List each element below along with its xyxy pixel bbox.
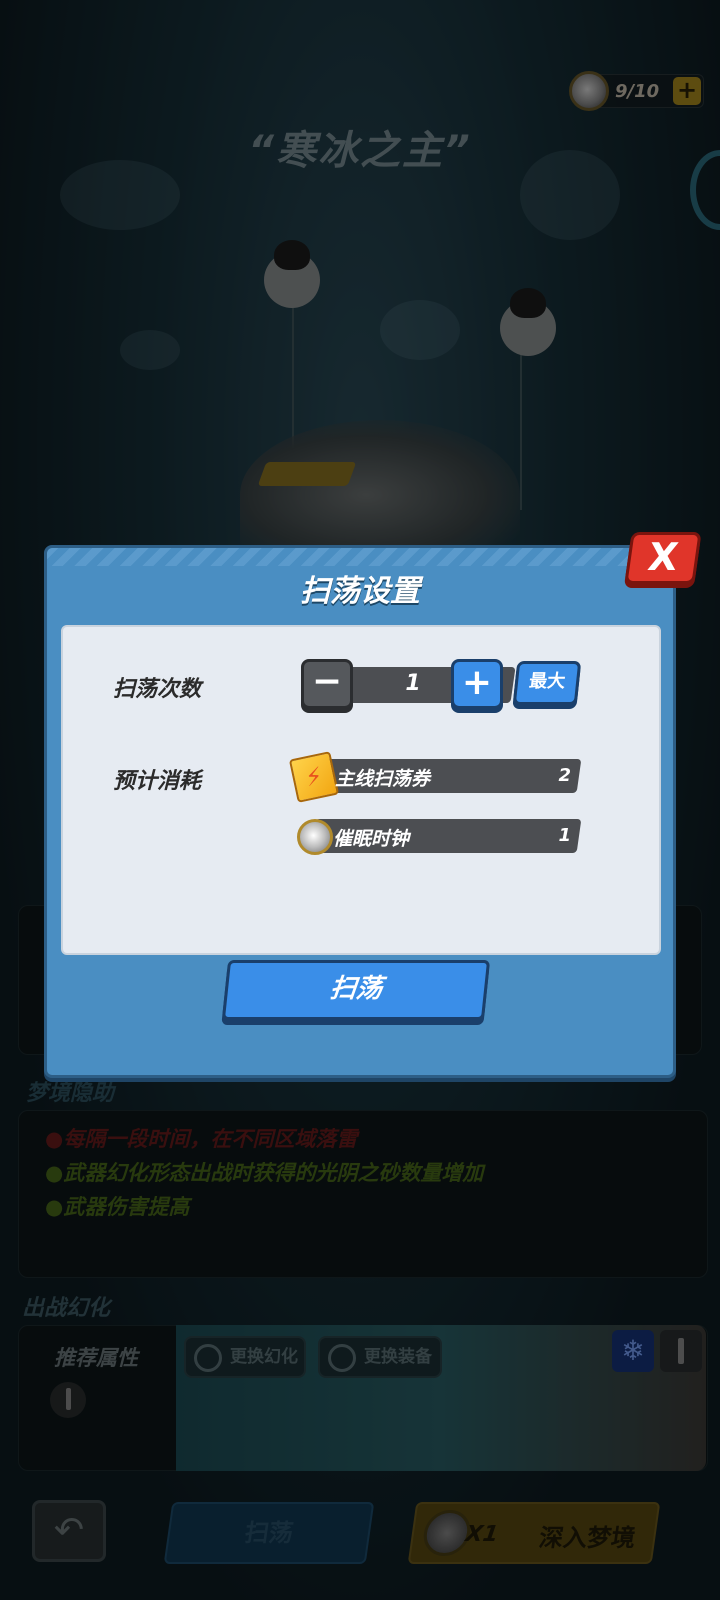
dialog-title: 扫荡设置 [300,574,420,609]
cost-item-name: 催眠时钟 [333,828,410,850]
close-button[interactable]: X [624,532,702,584]
sweep-settings-dialog: 扫荡设置 扫荡次数 1 − + 最大 预计消耗 ⚡ 主线扫荡券 2 催眠时钟 1… [44,545,676,1078]
cost-item-amount: 1 [558,825,571,846]
cost-item-amount: 2 [558,765,571,786]
increase-button[interactable]: + [451,659,503,709]
sweep-count-label: 扫荡次数 [113,677,202,702]
sweep-button[interactable]: 扫荡 [221,960,491,1020]
estimated-cost-label: 预计消耗 [113,769,202,794]
hypnosis-clock-icon [297,819,333,855]
cost-item-name: 主线扫荡券 [335,768,431,790]
decrease-button[interactable]: − [301,659,353,709]
max-button[interactable]: 最大 [512,661,582,705]
dialog-header-pattern [47,548,673,566]
sweep-ticket-icon: ⚡ [288,751,340,803]
settings-panel: 扫荡次数 1 − + 最大 预计消耗 ⚡ 主线扫荡券 2 催眠时钟 1 [61,625,661,955]
